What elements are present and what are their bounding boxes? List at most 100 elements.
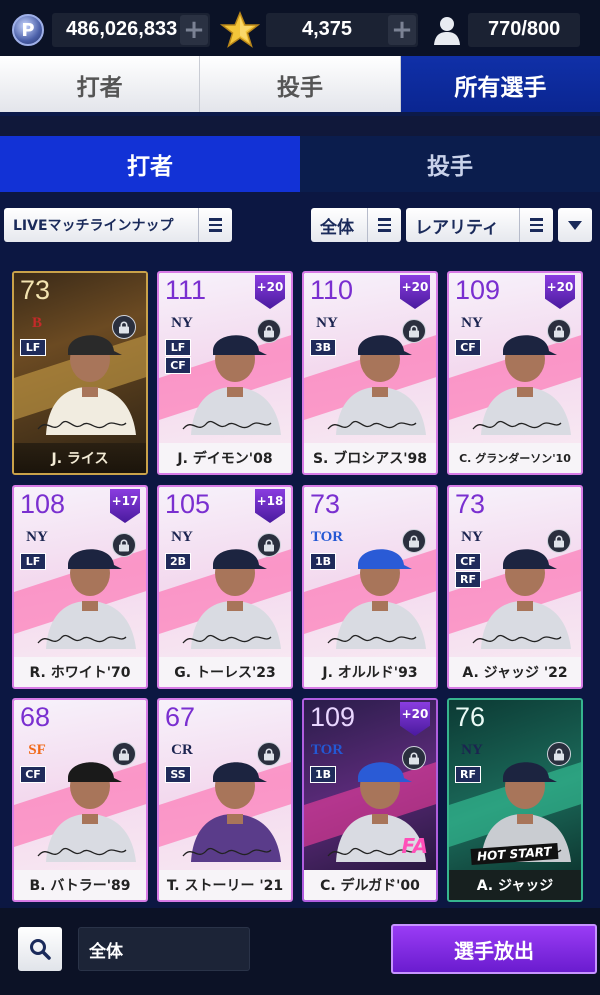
coin-balance: 486,026,833 + [52, 13, 210, 47]
team-logo-icon: NY [461, 314, 483, 331]
magnifier-icon [30, 939, 51, 960]
lock-icon[interactable] [402, 746, 426, 770]
position-badge: SS [165, 766, 191, 783]
position-badge: 1B [310, 766, 336, 783]
add-stars-button[interactable]: + [388, 15, 416, 45]
autograph [37, 420, 127, 430]
overall-rating: 68 [20, 702, 51, 732]
player-card[interactable]: 105 NY 2B +18 G. トーレス'23 [157, 485, 293, 689]
spacer [0, 116, 600, 136]
position-badge: 1B [310, 553, 336, 570]
position-badge: LF [20, 553, 46, 570]
player-silhouette-icon [434, 17, 460, 45]
autograph [472, 420, 562, 430]
overall-rating: 108 [20, 489, 66, 519]
lock-icon[interactable] [257, 742, 281, 766]
player-card[interactable]: 108 NY LF +17 R. ホワイト'70 [12, 485, 148, 689]
lock-icon[interactable] [547, 319, 571, 343]
tab-owned-players[interactable]: 所有選手 [400, 56, 600, 114]
overall-rating: 109 [455, 275, 501, 305]
lineup-filter-label: LIVEマッチラインナップ [13, 218, 174, 234]
team-logo-icon: TOR [310, 528, 344, 545]
star-balance: 4,375 + [266, 13, 418, 47]
player-card[interactable]: 73 B LF J. ライス [12, 271, 148, 475]
tab-pitchers[interactable]: 投手 [200, 56, 401, 114]
player-name: C. デルガド'00 [304, 870, 436, 900]
position-badge: RF [455, 766, 481, 783]
lock-icon[interactable] [257, 319, 281, 343]
player-name: J. オルルド'93 [304, 657, 436, 687]
position-badge: CF [165, 357, 191, 374]
lock-icon[interactable] [402, 319, 426, 343]
player-card[interactable]: 111 NY LF CF +20 J. デイモン'08 [157, 271, 293, 475]
release-player-button[interactable]: 選手放出 [391, 924, 597, 974]
player-name: B. バトラー'89 [14, 870, 146, 900]
autograph [327, 634, 417, 644]
lock-icon[interactable] [402, 529, 426, 553]
scope-filter-button[interactable]: 全体 [311, 208, 401, 242]
menu-icon [198, 208, 232, 242]
player-name: T. ストーリー '21 [159, 870, 291, 900]
lock-icon[interactable] [112, 742, 136, 766]
overall-rating: 110 [310, 275, 354, 305]
autograph [182, 420, 272, 430]
player-card[interactable]: 73 NY CF RF A. ジャッジ '22 [447, 485, 583, 689]
menu-icon [519, 208, 553, 242]
player-name: G. トーレス'23 [159, 657, 291, 687]
player-card[interactable]: 110 NY 3B +20 S. ブロシアス'98 [302, 271, 438, 475]
position-badge: CF [20, 766, 46, 783]
add-coins-button[interactable]: + [180, 15, 208, 45]
position-badge: LF [20, 339, 46, 356]
overall-rating: 111 [165, 275, 207, 305]
lineup-filter-button[interactable]: LIVEマッチラインナップ [4, 208, 232, 242]
player-name: J. ライス [14, 443, 146, 473]
lock-icon[interactable] [547, 742, 571, 766]
sort-label: レアリティ [415, 217, 499, 238]
tab-batters[interactable]: 打者 [0, 56, 201, 114]
roster-count: 770/800 [468, 13, 580, 47]
lock-icon[interactable] [547, 529, 571, 553]
subtab-pitchers[interactable]: 投手 [300, 136, 600, 192]
star-amount: 4,375 [302, 18, 353, 40]
lock-icon[interactable] [112, 533, 136, 557]
overall-rating: 73 [455, 489, 486, 519]
free-agent-badge: FA [401, 834, 428, 858]
player-name: R. ホワイト'70 [14, 657, 146, 687]
player-card[interactable]: 67 CR SS T. ストーリー '21 [157, 698, 293, 902]
sort-order-button[interactable] [558, 208, 592, 242]
overall-rating: 67 [165, 702, 196, 732]
scope-filter-label: 全体 [320, 217, 354, 238]
autograph [472, 634, 562, 644]
coin-amount: 486,026,833 [66, 18, 178, 40]
player-card[interactable]: 68 SF CF B. バトラー'89 [12, 698, 148, 902]
subtab-batters[interactable]: 打者 [0, 136, 300, 192]
overall-rating: 105 [165, 489, 211, 519]
roster-value: 770/800 [488, 18, 561, 40]
position-badge: CF [455, 339, 481, 356]
autograph [37, 634, 127, 644]
team-logo-icon: NY [461, 741, 483, 758]
search-button[interactable] [18, 927, 62, 971]
sort-button[interactable]: レアリティ [406, 208, 553, 242]
lock-icon[interactable] [257, 533, 281, 557]
team-logo-icon: TOR [310, 741, 344, 758]
search-filter-field[interactable]: 全体 [78, 927, 250, 971]
player-card[interactable]: 73 TOR 1B J. オルルド'93 [302, 485, 438, 689]
team-logo-icon: NY [171, 314, 193, 331]
team-logo-icon: NY [26, 528, 48, 545]
team-logo-icon: NY [171, 528, 193, 545]
star-icon [220, 11, 260, 48]
position-badge: 2B [165, 553, 191, 570]
menu-icon [367, 208, 401, 242]
position-badge: 3B [310, 339, 336, 356]
position-badge: RF [455, 571, 481, 588]
player-card[interactable]: 109 TOR 1B +20 FA C. デルガド'00 [302, 698, 438, 902]
player-card[interactable]: 76 NY RF HOT START A. ジャッジ [447, 698, 583, 902]
team-logo-icon: SF [28, 741, 46, 758]
team-logo-icon: NY [461, 528, 483, 545]
sub-tabs: 打者 投手 [0, 136, 600, 192]
player-card[interactable]: 109 NY CF +20 C. グランダーソン'10 [447, 271, 583, 475]
player-name: S. ブロシアス'98 [304, 443, 436, 473]
overall-rating: 76 [455, 702, 486, 732]
lock-icon[interactable] [112, 315, 136, 339]
